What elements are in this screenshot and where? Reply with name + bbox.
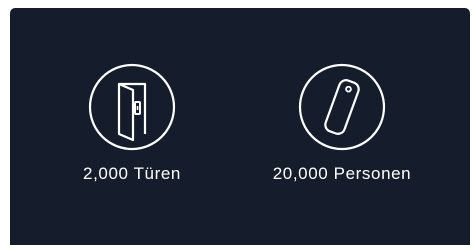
keycard-icon bbox=[298, 63, 386, 151]
feature-people: 20,000 Personen bbox=[252, 62, 432, 184]
features-panel: 2,000 Türen 20,000 Personen bbox=[10, 8, 470, 245]
door-count-label: 2,000 Türen bbox=[83, 164, 181, 183]
person-count-label: 20,000 Personen bbox=[272, 164, 412, 183]
feature-doors: 2,000 Türen bbox=[42, 62, 222, 184]
door-icon bbox=[88, 63, 176, 151]
